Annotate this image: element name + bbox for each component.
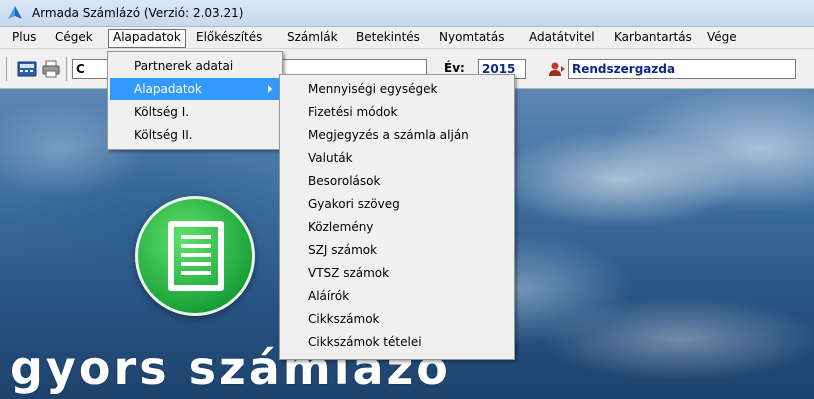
submenu-item-megjegyzes[interactable]: Megjegyzés a számla alján	[282, 124, 512, 146]
menu-nyomtatas[interactable]: Nyomtatás	[435, 29, 508, 46]
menu-cegek[interactable]: Cégek	[51, 29, 97, 46]
menu-alapadatok[interactable]: Alapadatok	[108, 29, 186, 48]
document-icon	[168, 221, 224, 291]
app-sail-icon	[8, 6, 22, 19]
submenu-item-szj-szamok[interactable]: SZJ számok	[282, 239, 512, 261]
menu-szamlak[interactable]: Számlák	[283, 29, 342, 46]
toolbar-grip	[6, 57, 10, 81]
menu-item-alapadatok-label: Alapadatok	[134, 82, 202, 96]
submenu-item-besorolasok[interactable]: Besorolások	[282, 170, 512, 192]
alapadatok-submenu: Mennyiségi egységek Fizetési módok Megje…	[279, 74, 515, 360]
submenu-item-alairok[interactable]: Aláírók	[282, 285, 512, 307]
company-prefix: C	[76, 62, 85, 76]
menu-vege[interactable]: Vége	[703, 29, 741, 46]
logo-circle	[135, 196, 255, 316]
menu-bar: Plus Cégek Alapadatok Előkészítés Számlá…	[0, 27, 814, 49]
menu-item-partnerek-adatai[interactable]: Partnerek adatai	[110, 55, 280, 77]
menu-item-koltseg-2[interactable]: Költség II.	[110, 124, 280, 146]
submenu-item-cikkszamok-tetelei[interactable]: Cikkszámok tételei	[282, 331, 512, 353]
submenu-item-valutak[interactable]: Valuták	[282, 147, 512, 169]
submenu-item-vtsz-szamok[interactable]: VTSZ számok	[282, 262, 512, 284]
submenu-arrow-icon	[268, 85, 272, 93]
submenu-item-fizetesi-modok[interactable]: Fizetési módok	[282, 101, 512, 123]
year-label: Év:	[444, 61, 465, 75]
printer-icon[interactable]	[41, 59, 61, 79]
submenu-item-gyakori-szoveg[interactable]: Gyakori szöveg	[282, 193, 512, 215]
toolbar-separator	[66, 57, 70, 81]
submenu-item-kozlemeny[interactable]: Közlemény	[282, 216, 512, 238]
menu-karbantartas[interactable]: Karbantartás	[610, 29, 696, 46]
submenu-item-cikkszamok[interactable]: Cikkszámok	[282, 308, 512, 330]
calculator-icon[interactable]	[17, 59, 37, 79]
submenu-item-mennyisegi-egysegek[interactable]: Mennyiségi egységek	[282, 78, 512, 100]
window-title: Armada Számlázó (Verzió: 2.03.21)	[32, 6, 244, 20]
menu-betekintes[interactable]: Betekintés	[352, 29, 424, 46]
menu-adatatvitel[interactable]: Adatátvitel	[525, 29, 599, 46]
menu-plus[interactable]: Plus	[8, 29, 40, 46]
user-field[interactable]: Rendszergazda	[568, 59, 796, 79]
menu-item-alapadatok[interactable]: Alapadatok	[110, 78, 280, 100]
menu-elokeszites[interactable]: Előkészítés	[192, 29, 266, 46]
alapadatok-dropdown: Partnerek adatai Alapadatok Költség I. K…	[107, 51, 283, 150]
menu-item-koltseg-1[interactable]: Költség I.	[110, 101, 280, 123]
title-bar: Armada Számlázó (Verzió: 2.03.21)	[0, 0, 814, 27]
user-icon	[549, 62, 565, 76]
